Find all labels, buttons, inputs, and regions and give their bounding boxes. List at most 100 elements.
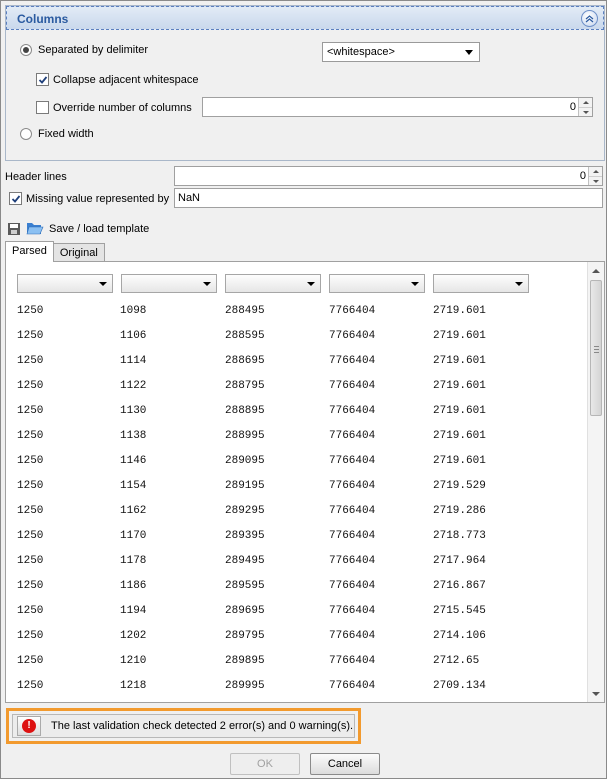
template-label[interactable]: Save / load template [49,223,149,235]
table-cell: 7766404 [329,355,376,367]
cancel-button[interactable]: Cancel [310,753,380,775]
spin-up-icon[interactable] [589,167,602,176]
table-cell: 1250 [17,505,44,517]
override-label: Override number of columns [53,101,192,114]
separated-radio[interactable] [20,44,32,56]
spin-down-icon[interactable] [579,107,592,116]
chevron-down-icon [465,50,473,55]
table-cell: 7766404 [329,680,376,692]
scroll-down-icon[interactable] [592,692,600,696]
table-cell: 288895 [225,405,265,417]
table-cell: 2709.134 [433,680,486,692]
view-tabs: Parsed Original [5,241,105,262]
missing-value-option[interactable]: Missing value represented by [9,192,169,205]
table-cell: 1146 [120,455,147,467]
table-cell: 1250 [17,330,44,342]
table-cell: 1194 [120,605,147,617]
override-checkbox[interactable] [36,101,49,114]
separated-option[interactable]: Separated by delimiter [20,44,148,56]
separated-label: Separated by delimiter [38,44,149,56]
ok-button[interactable]: OK [230,753,300,775]
table-cell: 1250 [17,355,44,367]
table-cell: 288995 [225,430,265,442]
collapse-option[interactable]: Collapse adjacent whitespace [36,73,199,86]
table-cell: 1154 [120,480,147,492]
table-cell: 7766404 [329,480,376,492]
table-cell: 2719.601 [433,355,486,367]
delimiter-value: <whitespace> [327,46,395,58]
table-cell: 1202 [120,630,147,642]
table-cell: 2712.65 [433,655,480,667]
table-cell: 1162 [120,505,147,517]
column-type-select[interactable] [225,274,321,293]
table-cell: 7766404 [329,580,376,592]
column-type-select[interactable] [329,274,425,293]
columns-group-header[interactable]: Columns [6,6,604,30]
chevron-down-icon [307,282,315,286]
table-cell: 1210 [120,655,147,667]
delimiter-select[interactable]: <whitespace> [322,42,480,62]
table-cell: 7766404 [329,505,376,517]
table-cell: 2719.601 [433,455,486,467]
table-cell: 1114 [120,355,147,367]
collapse-icon[interactable] [581,10,598,27]
table-cell: 1186 [120,580,147,592]
table-cell: 289295 [225,505,265,517]
table-cell: 288695 [225,355,265,367]
table-cell: 1122 [120,380,147,392]
table-cell: 1170 [120,530,147,542]
columns-group-title: Columns [17,12,69,26]
spin-up-icon[interactable] [579,98,592,107]
tab-original[interactable]: Original [52,243,105,261]
table-cell: 7766404 [329,630,376,642]
table-cell: 2715.545 [433,605,486,617]
open-folder-icon[interactable] [26,220,44,239]
chevron-down-icon [515,282,523,286]
table-cell: 1250 [17,680,44,692]
error-icon[interactable]: ! [17,716,41,736]
header-lines-value: 0 [579,170,586,182]
column-type-select[interactable] [121,274,217,293]
table-cell: 2716.867 [433,580,486,592]
override-columns-spinner[interactable]: 0 [202,97,593,117]
table-cell: 288595 [225,330,265,342]
override-option[interactable]: Override number of columns [36,101,192,114]
table-cell: 1250 [17,580,44,592]
table-cell: 2719.529 [433,480,486,492]
table-cell: 1250 [17,430,44,442]
table-cell: 2719.286 [433,505,486,517]
validation-message: The last validation check detected 2 err… [51,720,354,732]
save-icon[interactable] [7,222,21,239]
table-cell: 2718.773 [433,530,486,542]
fixed-width-radio[interactable] [20,128,32,140]
table-cell: 2719.601 [433,430,486,442]
table-cell: 1250 [17,555,44,567]
missing-value-checkbox[interactable] [9,192,22,205]
chevron-down-icon [411,282,419,286]
column-type-select[interactable] [17,274,113,293]
table-cell: 288795 [225,380,265,392]
table-cell: 2719.601 [433,380,486,392]
table-cell: 289595 [225,580,265,592]
fixed-width-option[interactable]: Fixed width [20,128,94,140]
table-cell: 1250 [17,655,44,667]
table-cell: 289995 [225,680,265,692]
override-columns-value: 0 [569,101,576,113]
table-cell: 1218 [120,680,147,692]
missing-value-input[interactable]: NaN [174,188,603,208]
header-lines-spinner[interactable]: 0 [174,166,603,186]
column-type-select[interactable] [433,274,529,293]
collapse-checkbox[interactable] [36,73,49,86]
table-cell: 1250 [17,405,44,417]
table-cell: 1250 [17,530,44,542]
tab-parsed[interactable]: Parsed [5,241,54,262]
scroll-up-icon[interactable] [592,269,600,273]
validation-status: ! The last validation check detected 2 e… [6,708,361,744]
spin-down-icon[interactable] [589,176,602,185]
table-cell: 289895 [225,655,265,667]
vertical-scrollbar[interactable] [587,262,604,702]
scroll-thumb[interactable] [590,280,602,416]
table-cell: 1106 [120,330,147,342]
table-cell: 7766404 [329,455,376,467]
table-cell: 2717.964 [433,555,486,567]
